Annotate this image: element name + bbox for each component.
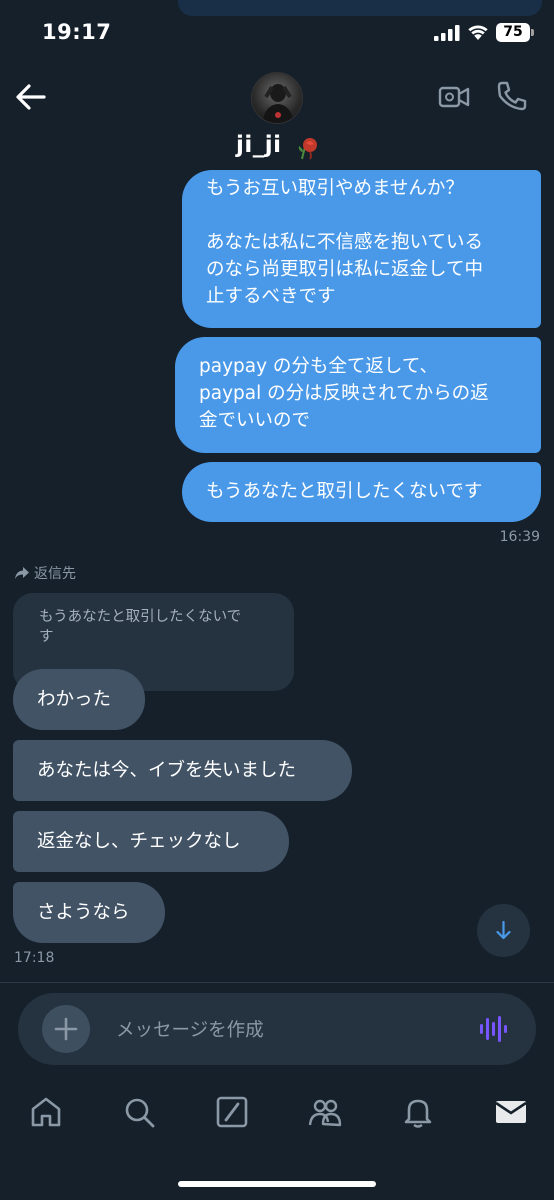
back-arrow-icon[interactable]	[14, 82, 48, 112]
message-text: わかった	[37, 689, 112, 710]
sent-message[interactable]: paypay の分も全て返して、 paypal の分は反映されてからの返 金でい…	[175, 337, 541, 453]
message-text: 返金なし、チェックなし	[37, 831, 241, 852]
divider	[0, 982, 554, 983]
messages-icon[interactable]	[494, 1095, 528, 1129]
contact-name[interactable]: ji_ji	[236, 132, 282, 158]
status-bar: 19:17 75	[0, 0, 554, 60]
home-icon[interactable]	[29, 1095, 63, 1129]
arrow-down-icon	[496, 920, 511, 940]
received-message[interactable]: あなたは今、イブを失いました	[13, 740, 352, 801]
avatar-photo	[262, 84, 294, 123]
plus-icon	[54, 1017, 78, 1041]
battery-tip	[531, 29, 534, 36]
received-message[interactable]: わかった	[13, 669, 145, 730]
add-media-button[interactable]	[42, 1005, 90, 1053]
video-call-icon[interactable]	[438, 84, 470, 110]
signal-icon	[434, 25, 460, 41]
home-indicator	[178, 1181, 376, 1187]
sent-message[interactable]: もうあなたと取引したくないです	[182, 462, 541, 522]
quoted-text: もうあなたと取引したくないで す	[39, 609, 242, 645]
wifi-icon	[468, 25, 488, 40]
avatar[interactable]	[251, 72, 303, 124]
bottom-nav	[0, 1085, 554, 1145]
battery-icon: 75	[496, 23, 530, 42]
scroll-to-bottom-button[interactable]	[477, 904, 530, 957]
status-time: 19:17	[42, 20, 112, 44]
message-text: もうお互い取引やめませんか？ あなたは私に不信感を抱いている のなら尚更取引は私…	[206, 178, 483, 307]
message-text: あなたは今、イブを失いました	[37, 760, 297, 781]
message-text: さようなら	[37, 902, 130, 923]
message-input[interactable]	[116, 1017, 466, 1043]
grok-icon[interactable]	[215, 1095, 249, 1129]
communities-icon[interactable]	[308, 1095, 342, 1129]
reply-arrow-icon	[15, 567, 29, 579]
reply-label-text: 返信先	[34, 566, 76, 582]
sent-timestamp: 16:39	[499, 529, 540, 545]
message-composer	[18, 993, 536, 1065]
voice-message-icon[interactable]	[478, 1013, 508, 1045]
sent-message[interactable]: もうお互い取引やめませんか？ あなたは私に不信感を抱いている のなら尚更取引は私…	[182, 170, 541, 328]
message-text: paypay の分も全て返して、 paypal の分は反映されてからの返 金でい…	[199, 356, 489, 431]
received-message[interactable]: さようなら	[13, 882, 165, 943]
message-text: もうあなたと取引したくないです	[206, 481, 483, 502]
wilted-rose-icon	[298, 138, 317, 160]
received-message[interactable]: 返金なし、チェックなし	[13, 811, 289, 872]
received-timestamp: 17:18	[14, 950, 55, 966]
notifications-icon[interactable]	[401, 1095, 435, 1129]
search-icon[interactable]	[122, 1095, 156, 1129]
phone-call-icon[interactable]	[496, 80, 528, 112]
reply-label: 返信先	[14, 563, 76, 583]
conversation-header: ji_ji	[0, 60, 554, 170]
